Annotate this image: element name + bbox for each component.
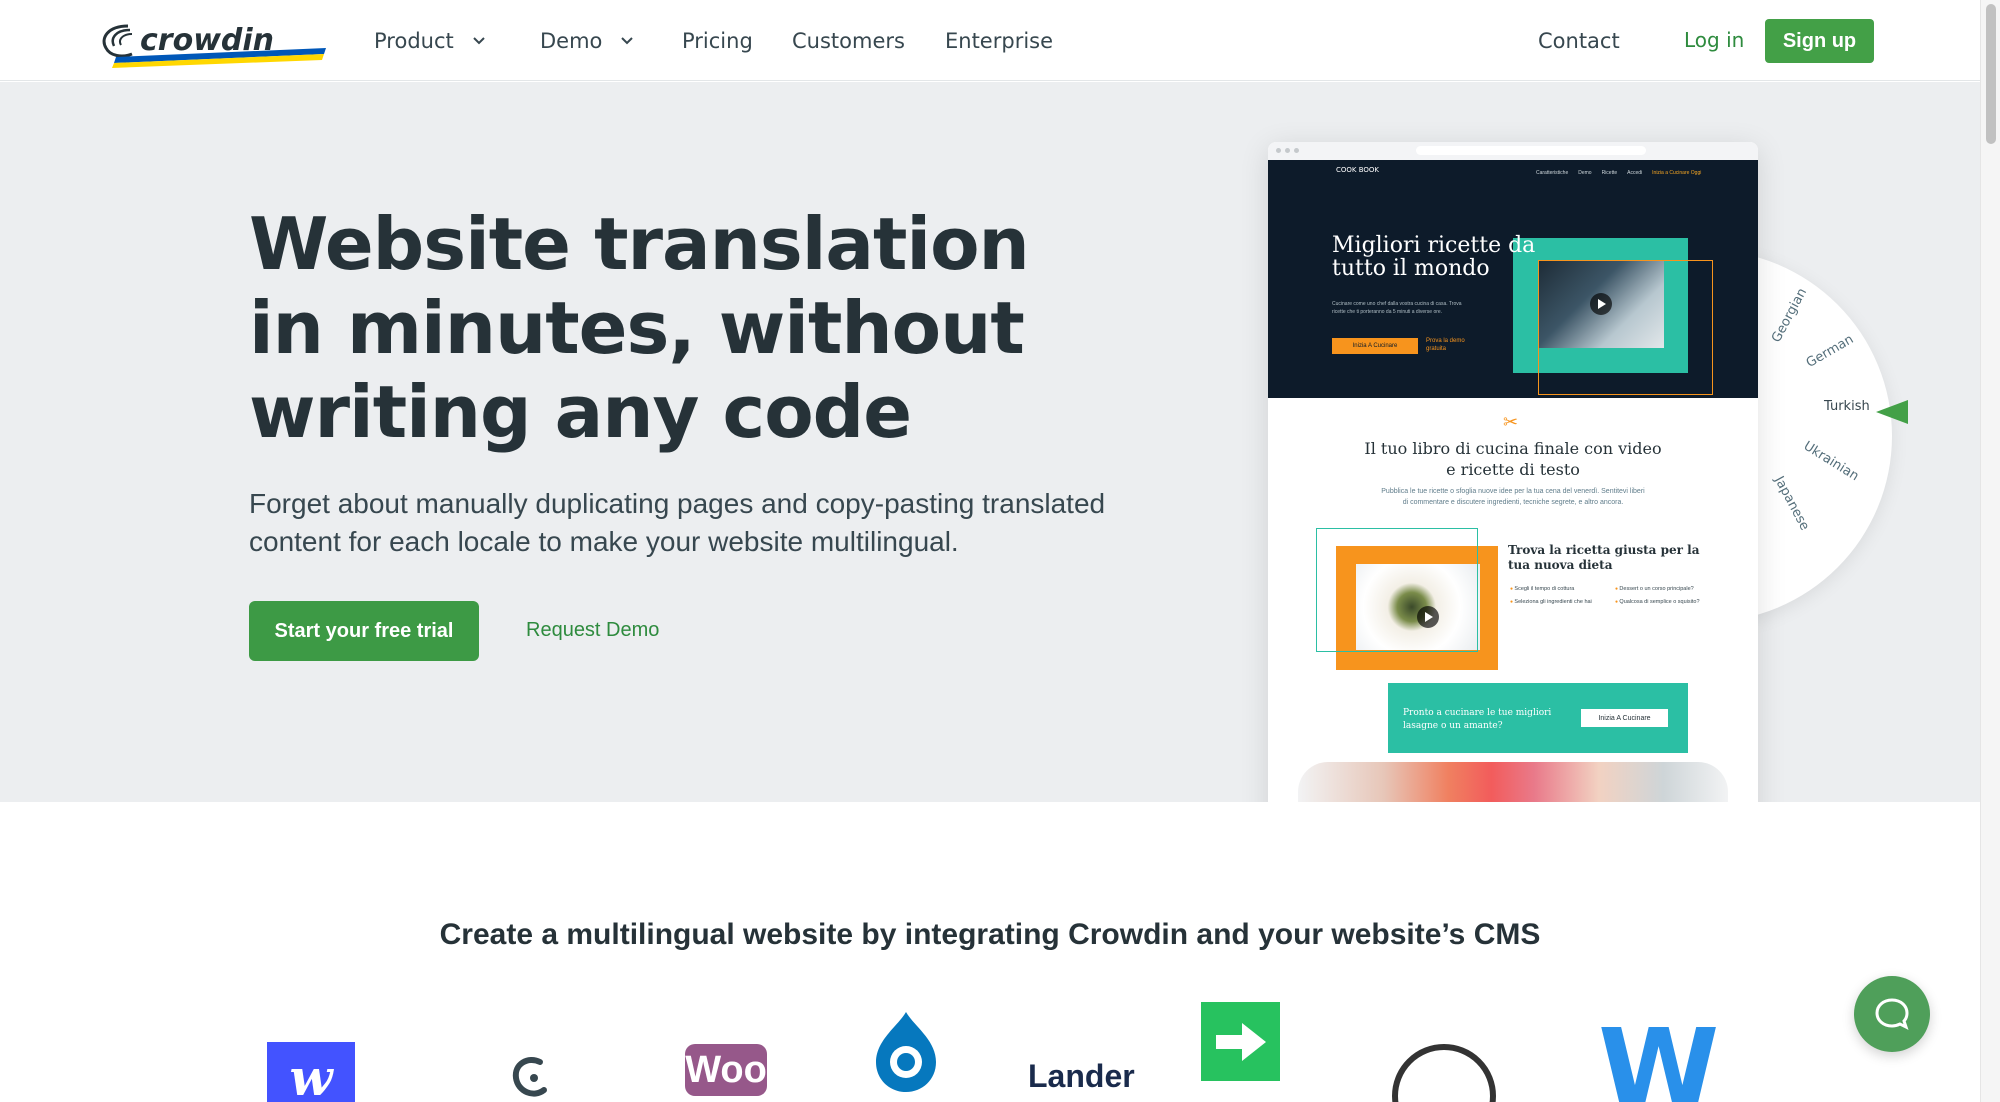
list-item: Scegli il tempo di cottura [1510, 586, 1605, 593]
mockup-url-bar [1416, 146, 1646, 155]
top-navigation: crowdin Product Demo Pricing Customers E… [0, 0, 1980, 81]
hero-subtitle: Forget about manually duplicating pages … [249, 488, 1106, 557]
mockup-teal-outline [1316, 528, 1478, 652]
mockup-menu-item: Accedi [1627, 170, 1643, 176]
lander-logo[interactable]: Lander [1028, 1058, 1135, 1095]
mockup-headline: Migliori ricette da tutto il mondo [1332, 233, 1536, 281]
webflow-logo-text: w [289, 1047, 333, 1102]
mockup-secondary-link: Prova la demo gratuita [1426, 338, 1465, 352]
chevron-down-icon [621, 37, 634, 45]
page-scrollbar[interactable] [1980, 0, 2000, 1102]
mockup-section-text: Pubblica le tue ricette o sfoglia nuove … [1381, 488, 1645, 506]
woocommerce-logo-text: Woo [685, 1048, 767, 1091]
list-item: Dessert o un corso principale? [1615, 586, 1710, 593]
nav-contact-label: Contact [1538, 29, 1620, 53]
hero-section: Website translation in minutes, without … [0, 82, 1980, 802]
mockup-menu-item: Demo [1578, 170, 1592, 176]
chat-bubble-icon [1875, 998, 1909, 1030]
webflow-logo[interactable]: w [267, 1042, 355, 1102]
list-item: Qualcosa di semplice o squisito? [1615, 599, 1710, 606]
play-icon [1590, 293, 1612, 315]
website-preview-mockup: COOK BOOK Caratteristiche Demo Ricette A… [1268, 142, 1758, 802]
mockup-menu-item: Inizia a Cucinare Oggi [1652, 170, 1702, 176]
nav-contact[interactable]: Contact [1538, 26, 1620, 56]
contentful-logo[interactable] [510, 1054, 554, 1102]
nav-customers[interactable]: Customers [792, 26, 905, 56]
mockup-section-title: Il tuo libro di cucina finale con video … [1364, 439, 1662, 479]
chat-widget-button[interactable] [1854, 976, 1930, 1052]
circle-logo[interactable] [1392, 1044, 1496, 1102]
language-turkish[interactable]: Turkish [1824, 399, 1870, 414]
nav-demo-label: Demo [540, 29, 603, 53]
mockup-food-strip [1298, 762, 1728, 802]
arrow-logo[interactable] [1201, 1002, 1280, 1081]
mockup-orange-outline [1538, 260, 1713, 395]
mockup-intro: Cucinare come uno chef dalla vostra cuci… [1332, 301, 1462, 315]
mockup-feature-title: Trova la ricetta giusta per la tua nuova… [1508, 543, 1700, 572]
mockup-browser-bar [1268, 142, 1758, 160]
login-link[interactable]: Log in [1684, 28, 1744, 52]
crowdin-wordmark: crowdin [140, 23, 274, 58]
drupal-logo[interactable] [874, 1010, 938, 1094]
mockup-cta-band: Pronto a cucinare le tue migliori lasagn… [1388, 683, 1688, 753]
mockup-logo: COOK BOOK [1336, 166, 1380, 174]
language-pointer-icon [1876, 400, 1908, 424]
window-dots-icon [1276, 148, 1299, 153]
nav-pricing[interactable]: Pricing [682, 26, 753, 56]
mockup-menu-item: Ricette [1601, 170, 1618, 176]
mockup-band-text: Pronto a cucinare le tue migliori lasagn… [1403, 708, 1552, 731]
integrations-title: Create a multilingual website by integra… [439, 918, 1541, 951]
mockup-band-button: Inizia A Cucinare [1581, 709, 1668, 727]
play-icon [1417, 606, 1439, 628]
start-free-trial-button[interactable]: Start your free trial [249, 601, 479, 661]
nav-product-label: Product [374, 29, 454, 53]
woocommerce-logo[interactable]: Woo [685, 1044, 767, 1096]
utensils-icon: ✂ [1503, 412, 1519, 432]
nav-customers-label: Customers [792, 29, 905, 53]
hero-title: Website translation in minutes, without … [249, 202, 1030, 454]
mockup-primary-button: Inizia A Cucinare [1332, 338, 1418, 354]
mockup-menu-item: Caratteristiche [1536, 170, 1569, 176]
weebly-logo[interactable]: W [1598, 1014, 1719, 1102]
request-demo-link[interactable]: Request Demo [526, 619, 659, 642]
nav-product[interactable]: Product [374, 26, 486, 56]
cms-logo-row: w Woo Lander W [0, 1000, 1980, 1102]
mockup-feature-list: Scegli il tempo di cottura Dessert o un … [1510, 586, 1710, 606]
nav-demo[interactable]: Demo [540, 26, 634, 56]
mockup-menu: Caratteristiche Demo Ricette Accedi Iniz… [1536, 170, 1701, 176]
nav-enterprise-label: Enterprise [945, 29, 1054, 53]
chevron-down-icon [473, 37, 485, 45]
scrollbar-thumb[interactable] [1986, 4, 1996, 144]
signup-button[interactable]: Sign up [1765, 19, 1874, 63]
crowdin-logo[interactable]: crowdin [98, 18, 328, 68]
list-item: Seleziona gli ingredienti che hai [1510, 599, 1605, 606]
nav-enterprise[interactable]: Enterprise [945, 26, 1053, 56]
nav-pricing-label: Pricing [682, 29, 753, 53]
mockup-hero: COOK BOOK Caratteristiche Demo Ricette A… [1268, 160, 1758, 398]
